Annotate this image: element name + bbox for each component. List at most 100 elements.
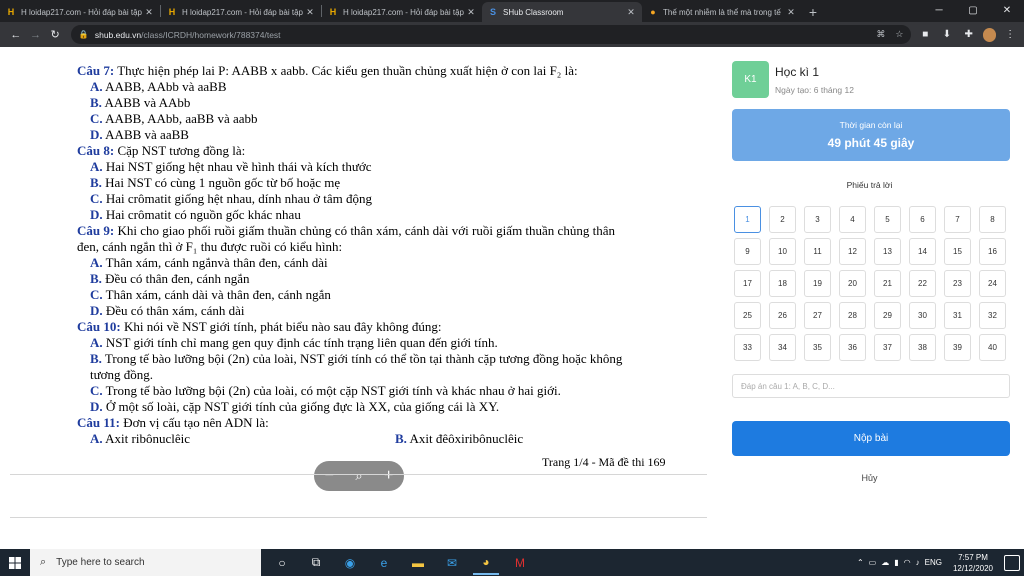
search-icon[interactable]: ⌕ xyxy=(355,468,362,484)
explorer-folder-icon[interactable]: ▬ xyxy=(405,551,431,575)
browser-tab[interactable]: H H loidap217.com - Hỏi đáp bài tập ✕ xyxy=(322,2,482,22)
puzzle-icon[interactable]: ✚ xyxy=(961,27,977,43)
answer-cell[interactable]: 7 xyxy=(944,206,971,233)
answer-cell[interactable]: 19 xyxy=(804,270,831,297)
answer-cell[interactable]: 16 xyxy=(979,238,1006,265)
answer-cell[interactable]: 30 xyxy=(909,302,936,329)
loidap-favicon-icon: H xyxy=(329,7,337,17)
answer-cell[interactable]: 24 xyxy=(979,270,1006,297)
answer-cell[interactable]: 40 xyxy=(979,334,1006,361)
answer-cell[interactable]: 9 xyxy=(734,238,761,265)
download-icon[interactable]: ⬇ xyxy=(939,27,955,43)
option: D. Hai crômatit có nguồn gốc khác nhau xyxy=(90,207,301,223)
close-icon[interactable]: ✕ xyxy=(786,7,796,18)
windows-start-icon[interactable] xyxy=(0,549,30,576)
mail-icon[interactable]: ✉ xyxy=(439,551,465,575)
answer-cell[interactable]: 33 xyxy=(734,334,761,361)
answer-cell[interactable]: 12 xyxy=(839,238,866,265)
answer-cell[interactable]: 22 xyxy=(909,270,936,297)
volume-icon[interactable]: ♪ xyxy=(916,558,920,567)
answer-input[interactable]: Đáp án câu 1: A, B, C, D... xyxy=(732,374,1010,398)
ie-icon[interactable]: e xyxy=(371,551,397,575)
new-tab-button[interactable]: + xyxy=(802,2,824,22)
cortana-icon[interactable]: ○ xyxy=(269,551,295,575)
answer-cell[interactable]: 6 xyxy=(909,206,936,233)
address-bar[interactable]: 🔒 shub.edu.vn /class/ICRDH/homework/7883… xyxy=(70,25,912,44)
profile-avatar[interactable] xyxy=(982,27,997,42)
minimize-icon[interactable]: ─ xyxy=(922,0,956,22)
option: C. AABB, AAbb, aaBB và aabb xyxy=(90,111,258,127)
answer-cell[interactable]: 39 xyxy=(944,334,971,361)
browser-tab[interactable]: ● Thế một nhiễm là thể mà trong tế ✕ xyxy=(642,2,802,22)
answer-cell[interactable]: 27 xyxy=(804,302,831,329)
cloud-icon[interactable]: ☁ xyxy=(881,558,889,567)
answer-cell[interactable]: 31 xyxy=(944,302,971,329)
answer-cell[interactable]: 26 xyxy=(769,302,796,329)
maximize-icon[interactable]: ▢ xyxy=(956,0,990,22)
close-icon[interactable]: ✕ xyxy=(305,7,315,18)
answer-cell[interactable]: 11 xyxy=(804,238,831,265)
close-icon[interactable]: ✕ xyxy=(144,7,154,18)
zoom-in-button[interactable]: + xyxy=(384,467,393,485)
back-icon[interactable]: ← xyxy=(6,29,26,41)
answer-cell[interactable]: 38 xyxy=(909,334,936,361)
bookmark-star-icon[interactable]: ☆ xyxy=(895,29,903,40)
notification-icon[interactable] xyxy=(1004,554,1020,571)
answer-cell[interactable]: 8 xyxy=(979,206,1006,233)
answer-cell[interactable]: 1 xyxy=(734,206,761,233)
question-10: Câu 10: Khi nói về NST giới tính, phát b… xyxy=(77,319,441,335)
forward-icon[interactable]: → xyxy=(26,29,46,41)
question-text: Khi nói về NST giới tính, phát biểu nào … xyxy=(120,319,442,334)
answer-cell[interactable]: 5 xyxy=(874,206,901,233)
extension-icon[interactable]: ■ xyxy=(917,27,933,43)
close-icon[interactable]: ✕ xyxy=(466,7,476,18)
answer-cell[interactable]: 21 xyxy=(874,270,901,297)
answer-cell[interactable]: 4 xyxy=(839,206,866,233)
question-number: Câu 10: xyxy=(77,319,121,334)
close-window-icon[interactable]: ✕ xyxy=(990,0,1024,22)
submit-button[interactable]: Nộp bài xyxy=(732,421,1010,456)
answer-cell[interactable]: 28 xyxy=(839,302,866,329)
answer-cell[interactable]: 36 xyxy=(839,334,866,361)
option-letter: C. xyxy=(90,111,103,126)
wifi-icon[interactable]: ◠ xyxy=(904,558,911,567)
answer-cell[interactable]: 2 xyxy=(769,206,796,233)
answer-cell[interactable]: 15 xyxy=(944,238,971,265)
language-indicator[interactable]: ENG xyxy=(925,558,942,567)
answer-cell[interactable]: 23 xyxy=(944,270,971,297)
answer-cell[interactable]: 20 xyxy=(839,270,866,297)
menu-kebab-icon[interactable]: ⋮ xyxy=(1002,27,1018,43)
taskbar-search[interactable]: ⌕ Type here to search xyxy=(30,549,261,576)
option: C. Hai crômatit giống hệt nhau, dính nha… xyxy=(90,191,372,207)
cancel-link[interactable]: Hủy xyxy=(715,473,1024,483)
chrome-icon[interactable]: ◕ xyxy=(473,551,499,575)
answer-cell[interactable]: 17 xyxy=(734,270,761,297)
browser-tab[interactable]: H H loidap217.com - Hỏi đáp bài tập ✕ xyxy=(0,2,160,22)
edge-icon[interactable]: ◉ xyxy=(337,551,363,575)
chevron-up-icon[interactable]: ⌃ xyxy=(857,558,864,567)
clock[interactable]: 7:57 PM 12/12/2020 xyxy=(953,552,993,574)
browser-tab-active[interactable]: S SHub Classroom ✕ xyxy=(482,2,642,22)
browser-tab[interactable]: H H loidap217.com - Hỏi đáp bài tập ✕ xyxy=(161,2,321,22)
option-text: Đều có thân đen, cánh ngắn xyxy=(101,271,250,286)
answer-cell[interactable]: 14 xyxy=(909,238,936,265)
answer-cell[interactable]: 25 xyxy=(734,302,761,329)
answer-cell[interactable]: 37 xyxy=(874,334,901,361)
network-icon[interactable]: ▭ xyxy=(869,558,877,567)
answer-cell[interactable]: 3 xyxy=(804,206,831,233)
close-icon[interactable]: ✕ xyxy=(626,7,636,18)
translate-icon[interactable]: ⌘ xyxy=(876,29,885,40)
battery-icon[interactable]: ▮ xyxy=(894,558,898,567)
answer-cell[interactable]: 18 xyxy=(769,270,796,297)
task-view-icon[interactable]: ⧉ xyxy=(303,551,329,575)
answer-cell[interactable]: 32 xyxy=(979,302,1006,329)
answer-cell[interactable]: 10 xyxy=(769,238,796,265)
answer-cell[interactable]: 34 xyxy=(769,334,796,361)
zoom-out-button[interactable]: − xyxy=(325,467,334,485)
reload-icon[interactable]: ↻ xyxy=(45,28,65,41)
answer-cell[interactable]: 13 xyxy=(874,238,901,265)
option-letter: D. xyxy=(90,303,103,318)
answer-cell[interactable]: 29 xyxy=(874,302,901,329)
mcafee-icon[interactable]: M xyxy=(507,551,533,575)
answer-cell[interactable]: 35 xyxy=(804,334,831,361)
